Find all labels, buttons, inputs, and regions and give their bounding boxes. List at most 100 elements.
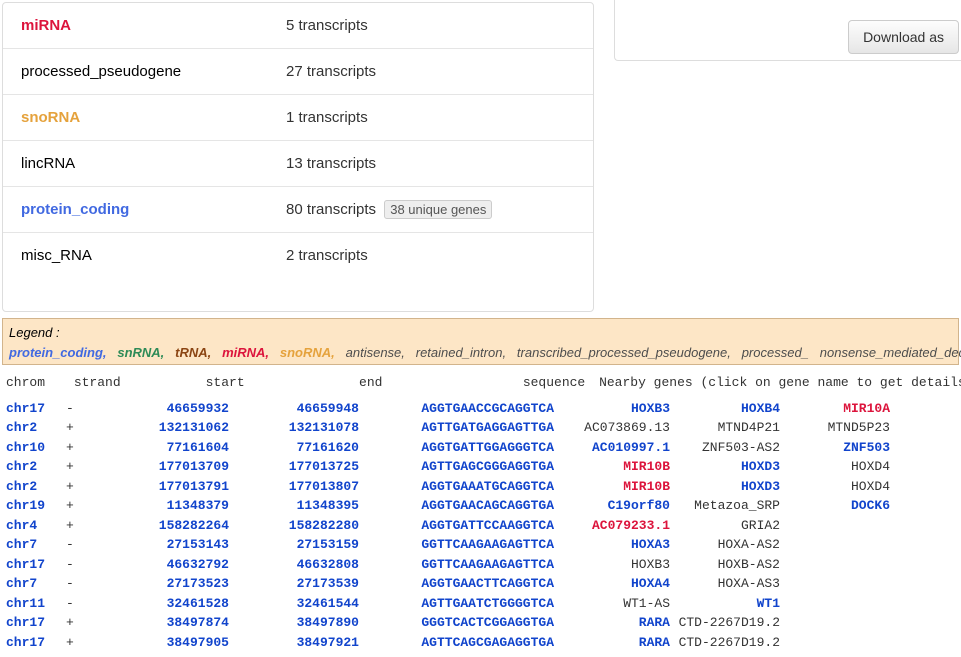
cell-end[interactable]: 132131078 [229, 418, 359, 438]
cell-sequence[interactable]: AGGTGAACTTCAGGTCA [359, 574, 560, 594]
cell-strand: + [66, 438, 114, 458]
nearby-gene[interactable]: HOXB3 [560, 555, 670, 575]
cell-end[interactable]: 11348395 [229, 496, 359, 516]
summary-panel[interactable]: miRNA5 transcripts processed_pseudogene2… [2, 2, 594, 312]
cell-end[interactable]: 77161620 [229, 438, 359, 458]
cell-sequence[interactable]: AGTTGATGAGGAGTTGA [359, 418, 560, 438]
cell-sequence[interactable]: AGTTCAGCGAGAGGTGA [359, 633, 560, 653]
nearby-gene[interactable]: Metazoa_SRP [670, 496, 780, 516]
nearby-gene[interactable]: MIR10A [780, 399, 890, 419]
cell-end[interactable]: 38497890 [229, 613, 359, 633]
nearby-gene[interactable]: DOCK6 [780, 496, 890, 516]
nearby-gene[interactable]: ZNF503-AS2 [670, 438, 780, 458]
nearby-gene[interactable]: HOXB-AS2 [670, 555, 780, 575]
cell-sequence[interactable]: AGGTGAAATGCAGGTCA [359, 477, 560, 497]
cell-sequence[interactable]: AGTTGAATCTGGGGTCA [359, 594, 560, 614]
cell-start[interactable]: 38497874 [114, 613, 229, 633]
nearby-gene[interactable]: HOXA-AS3 [670, 574, 780, 594]
nearby-gene[interactable]: WT1-AS [560, 594, 670, 614]
cell-chrom[interactable]: chr10 [6, 438, 66, 458]
cell-chrom[interactable]: chr4 [6, 516, 66, 536]
legend-bar: Legend : protein_coding, snRNA, tRNA, mi… [2, 318, 959, 365]
cell-end[interactable]: 177013725 [229, 457, 359, 477]
cell-start[interactable]: 11348379 [114, 496, 229, 516]
cell-end[interactable]: 27153159 [229, 535, 359, 555]
cell-sequence[interactable]: GGGTCACTCGGAGGTGA [359, 613, 560, 633]
cell-end[interactable]: 32461544 [229, 594, 359, 614]
nearby-gene[interactable]: RARA [560, 613, 670, 633]
summary-row[interactable]: lincRNA13 transcripts [3, 141, 593, 187]
cell-start[interactable]: 177013791 [114, 477, 229, 497]
cell-start[interactable]: 38497905 [114, 633, 229, 653]
cell-chrom[interactable]: chr17 [6, 555, 66, 575]
nearby-gene[interactable]: GRIA2 [670, 516, 780, 536]
summary-label: protein_coding [21, 201, 286, 218]
cell-sequence[interactable]: GGTTCAAGAAGAGTTCA [359, 555, 560, 575]
summary-row[interactable]: misc_RNA2 transcripts [3, 233, 593, 278]
nearby-gene[interactable]: HOXD3 [670, 477, 780, 497]
cell-sequence[interactable]: AGTTGAGCGGGAGGTGA [359, 457, 560, 477]
cell-strand: - [66, 594, 114, 614]
summary-row[interactable]: processed_pseudogene27 transcripts [3, 49, 593, 95]
cell-sequence[interactable]: AGGTGAACAGCAGGTGA [359, 496, 560, 516]
cell-end[interactable]: 158282280 [229, 516, 359, 536]
cell-start[interactable]: 177013709 [114, 457, 229, 477]
nearby-gene[interactable]: HOXA4 [560, 574, 670, 594]
cell-chrom[interactable]: chr17 [6, 613, 66, 633]
cell-chrom[interactable]: chr2 [6, 457, 66, 477]
cell-start[interactable]: 46632792 [114, 555, 229, 575]
nearby-gene[interactable]: CTD-2267D19.2 [670, 633, 780, 653]
cell-chrom[interactable]: chr2 [6, 477, 66, 497]
cell-sequence[interactable]: AGGTGAACCGCAGGTCA [359, 399, 560, 419]
cell-sequence[interactable]: GGTTCAAGAAGAGTTCA [359, 535, 560, 555]
data-row: chr2+177013791177013807AGGTGAAATGCAGGTCA… [6, 477, 957, 497]
cell-chrom[interactable]: chr2 [6, 418, 66, 438]
nearby-gene[interactable]: WT1 [670, 594, 780, 614]
cell-chrom[interactable]: chr11 [6, 594, 66, 614]
nearby-gene[interactable]: HOXA-AS2 [670, 535, 780, 555]
cell-chrom[interactable]: chr19 [6, 496, 66, 516]
nearby-gene[interactable]: MTND4P21 [670, 418, 780, 438]
nearby-gene[interactable]: MIR10B [560, 477, 670, 497]
nearby-gene[interactable]: ZNF503 [780, 438, 890, 458]
cell-end[interactable]: 177013807 [229, 477, 359, 497]
nearby-gene[interactable]: CTD-2267D19.2 [670, 613, 780, 633]
nearby-gene[interactable]: C19orf80 [560, 496, 670, 516]
cell-end[interactable]: 27173539 [229, 574, 359, 594]
nearby-gene[interactable]: HOXD4 [780, 477, 890, 497]
cell-chrom[interactable]: chr7 [6, 574, 66, 594]
cell-sequence[interactable]: AGGTGATTGGAGGGTCA [359, 438, 560, 458]
cell-start[interactable]: 27153143 [114, 535, 229, 555]
cell-sequence[interactable]: AGGTGATTCCAAGGTCA [359, 516, 560, 536]
unique-genes-badge: 38 unique genes [384, 200, 492, 219]
cell-chrom[interactable]: chr7 [6, 535, 66, 555]
cell-start[interactable]: 27173523 [114, 574, 229, 594]
nearby-gene[interactable]: HOXB3 [560, 399, 670, 419]
nearby-gene[interactable]: MTND5P23 [780, 418, 890, 438]
cell-start[interactable]: 32461528 [114, 594, 229, 614]
download-button[interactable]: Download as [848, 20, 959, 54]
cell-start[interactable]: 132131062 [114, 418, 229, 438]
summary-row[interactable]: protein_coding80 transcripts 38 unique g… [3, 187, 593, 233]
cell-chrom[interactable]: chr17 [6, 399, 66, 419]
cell-end[interactable]: 46632808 [229, 555, 359, 575]
summary-count: 1 transcripts [286, 109, 368, 126]
cell-start[interactable]: 46659932 [114, 399, 229, 419]
nearby-gene[interactable]: AC079233.1 [560, 516, 670, 536]
summary-row[interactable]: snoRNA1 transcripts [3, 95, 593, 141]
cell-end[interactable]: 46659948 [229, 399, 359, 419]
nearby-gene[interactable]: HOXA3 [560, 535, 670, 555]
nearby-gene[interactable]: RARA [560, 633, 670, 653]
cell-start[interactable]: 77161604 [114, 438, 229, 458]
cell-start[interactable]: 158282264 [114, 516, 229, 536]
nearby-gene[interactable]: HOXD4 [780, 457, 890, 477]
nearby-gene[interactable]: MIR10B [560, 457, 670, 477]
nearby-gene[interactable]: AC073869.13 [560, 418, 670, 438]
cell-end[interactable]: 38497921 [229, 633, 359, 653]
nearby-gene[interactable]: HOXD3 [670, 457, 780, 477]
nearby-gene[interactable]: HOXB4 [670, 399, 780, 419]
summary-count: 2 transcripts [286, 247, 368, 264]
summary-row[interactable]: miRNA5 transcripts [3, 3, 593, 49]
nearby-gene[interactable]: AC010997.1 [560, 438, 670, 458]
cell-chrom[interactable]: chr17 [6, 633, 66, 653]
